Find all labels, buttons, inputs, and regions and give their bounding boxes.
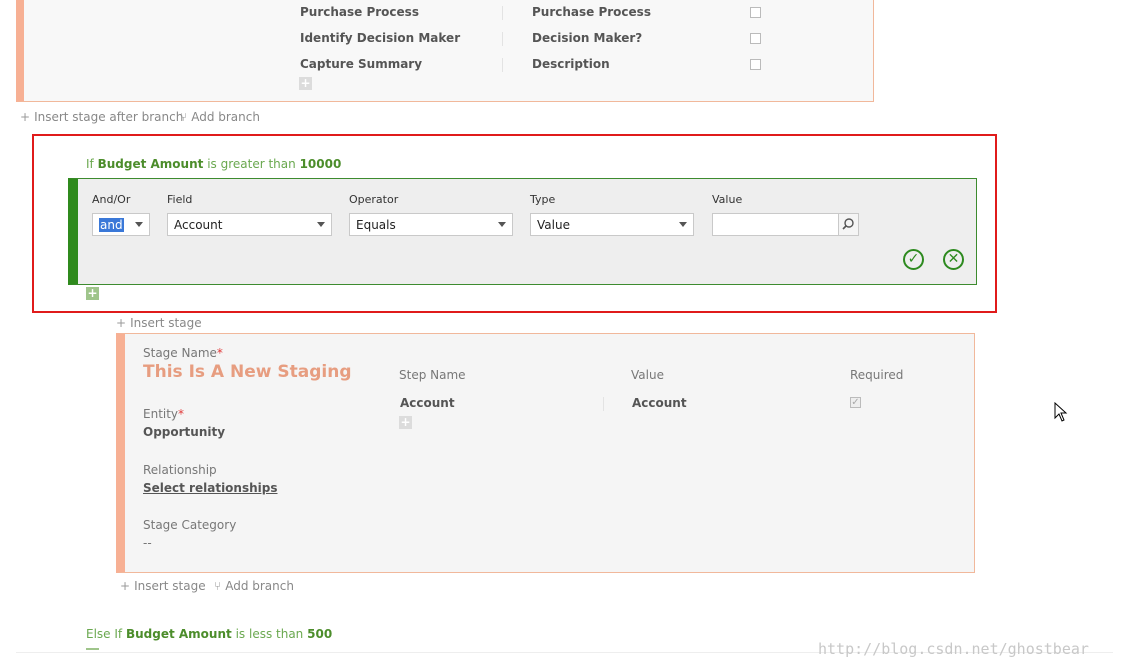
insert-stage-label: Insert stage <box>134 579 206 593</box>
chevron-down-icon <box>317 222 325 227</box>
required-checkbox-3[interactable] <box>750 59 761 70</box>
add-branch-label: Add branch <box>225 579 294 593</box>
entity-label: Entity* <box>143 407 184 421</box>
operator-select[interactable]: Equals <box>349 213 513 236</box>
operator-label: Operator <box>349 193 399 206</box>
branch-icon: ⑂ <box>214 579 222 593</box>
required-checkbox-1[interactable] <box>750 7 761 18</box>
condition-operator: is greater than <box>207 157 296 171</box>
add-condition-icon[interactable]: + <box>86 287 99 300</box>
condition-value: 10000 <box>299 157 342 171</box>
relationship-label: Relationship <box>143 463 217 477</box>
step-name-1[interactable]: Purchase Process <box>300 5 419 19</box>
step-field-1[interactable]: Purchase Process <box>532 5 651 19</box>
condition-prefix: If <box>86 157 94 171</box>
entity-value[interactable]: Opportunity <box>143 425 225 439</box>
confirm-button[interactable]: ✓ <box>903 249 924 270</box>
lookup-button[interactable] <box>838 213 859 236</box>
insert-stage-link-bottom[interactable]: + Insert stage <box>120 579 206 593</box>
plus-icon: + <box>120 579 131 593</box>
type-select-value: Value <box>537 218 570 232</box>
value-input[interactable] <box>712 213 839 236</box>
insert-stage-label: Insert stage <box>130 316 202 330</box>
column-divider <box>502 6 503 20</box>
add-branch-link[interactable]: ⑂ Add branch <box>180 110 260 124</box>
stage-name-label-text: Stage Name <box>143 346 217 360</box>
check-icon: ✓ <box>907 251 920 267</box>
chevron-down-icon <box>679 222 687 227</box>
search-icon <box>842 218 854 230</box>
stage-step-name[interactable]: Account <box>400 396 455 410</box>
select-relationships-link[interactable]: Select relationships <box>143 481 278 495</box>
field-select-value: Account <box>174 218 223 232</box>
insert-stage-after-branch-link[interactable]: + Insert stage after branch <box>20 110 183 124</box>
value-label: Value <box>712 193 743 206</box>
plus-icon: + <box>20 110 31 124</box>
else-condition-operator: is less than <box>235 627 304 641</box>
column-divider <box>502 32 503 46</box>
type-select[interactable]: Value <box>530 213 694 236</box>
and-or-value: and <box>99 218 124 232</box>
condition-field: Budget Amount <box>97 157 204 171</box>
close-icon: ✕ <box>947 251 960 267</box>
else-condition-marker <box>86 648 99 650</box>
field-label: Field <box>167 193 193 206</box>
required-asterisk: * <box>216 346 223 360</box>
required-checkbox-checked[interactable]: ✓ <box>850 397 861 408</box>
stage-category-value[interactable]: -- <box>143 536 152 550</box>
condition-title[interactable]: If Budget Amount is greater than 10000 <box>86 157 341 171</box>
add-branch-label: Add branch <box>191 110 260 124</box>
step-name-3[interactable]: Capture Summary <box>300 57 422 71</box>
cancel-button[interactable]: ✕ <box>943 249 964 270</box>
entity-label-text: Entity <box>143 407 179 421</box>
step-field-3[interactable]: Description <box>532 57 610 71</box>
insert-stage-after-branch-label: Insert stage after branch <box>34 110 184 124</box>
required-column-header: Required <box>850 368 904 382</box>
stage-category-label: Stage Category <box>143 518 237 532</box>
type-label: Type <box>530 193 556 206</box>
and-or-select[interactable]: and <box>92 213 150 236</box>
chevron-down-icon <box>498 222 506 227</box>
plus-icon: + <box>116 316 127 330</box>
stage-name-label: Stage Name* <box>143 346 223 360</box>
operator-select-value: Equals <box>356 218 396 232</box>
else-condition-title[interactable]: Else If Budget Amount is less than 500 <box>86 627 332 641</box>
column-divider <box>502 58 503 72</box>
step-field-2[interactable]: Decision Maker? <box>532 31 642 45</box>
chevron-down-icon <box>135 222 143 227</box>
stage-name-value[interactable]: This Is A New Staging <box>143 362 352 382</box>
value-column-header: Value <box>631 368 664 382</box>
add-step-icon[interactable]: + <box>299 77 312 90</box>
else-condition-value: 500 <box>307 627 333 641</box>
insert-stage-link[interactable]: + Insert stage <box>116 316 202 330</box>
step-name-2[interactable]: Identify Decision Maker <box>300 31 460 45</box>
add-step-icon[interactable]: + <box>399 416 412 429</box>
mouse-cursor-icon <box>1054 402 1068 422</box>
column-divider <box>603 397 604 411</box>
and-or-label: And/Or <box>92 193 131 206</box>
add-branch-link-bottom[interactable]: ⑂ Add branch <box>214 579 294 593</box>
branch-icon: ⑂ <box>180 110 188 124</box>
else-condition-field: Budget Amount <box>125 627 232 641</box>
top-stage-card <box>16 0 874 102</box>
stage-step-value[interactable]: Account <box>632 396 687 410</box>
field-select[interactable]: Account <box>167 213 332 236</box>
else-condition-prefix: Else If <box>86 627 123 641</box>
step-name-column-header: Step Name <box>399 368 466 382</box>
required-asterisk: * <box>178 407 185 421</box>
watermark-text: http://blog.csdn.net/ghostbear <box>818 640 1089 658</box>
required-checkbox-2[interactable] <box>750 33 761 44</box>
